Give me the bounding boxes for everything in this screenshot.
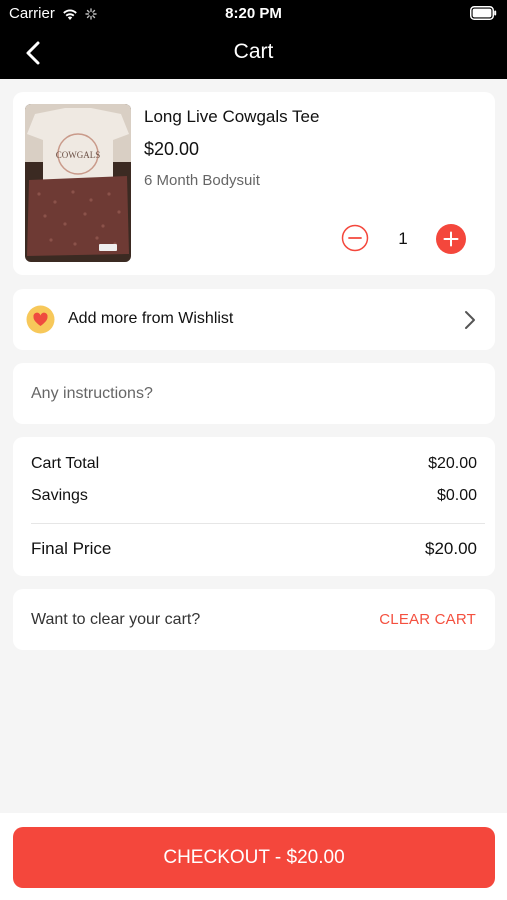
shirt-print-text: COWGALS [56, 150, 101, 160]
checkout-button[interactable]: CHECKOUT - $20.00 [13, 827, 495, 888]
clear-cart-button[interactable]: CLEAR CART [379, 611, 476, 628]
wishlist-row[interactable]: Add more from Wishlist [13, 289, 495, 350]
quantity-decrease-button[interactable] [341, 224, 369, 252]
final-price-value: $20.00 [425, 539, 477, 558]
status-time: 8:20 PM [225, 5, 282, 22]
savings-value: $0.00 [436, 487, 477, 504]
checkout-bar: CHECKOUT - $20.00 [0, 813, 507, 900]
quantity-increase-button[interactable] [436, 224, 466, 254]
nav-bar: Cart [0, 28, 507, 79]
cart-total-label: Cart Total [31, 455, 100, 472]
product-variant: 6 Month Bodysuit [144, 172, 260, 189]
heart-icon [26, 305, 55, 334]
instructions-input[interactable] [31, 377, 471, 411]
battery-icon [470, 6, 497, 20]
clear-cart-prompt: Want to clear your cart? [31, 611, 201, 628]
cart-item-card: COWGALS Long Live Cowgals Tee $20.00 6 M… [13, 92, 495, 275]
price-summary-card: Cart Total $20.00 Savings $0.00 Final Pr… [13, 437, 495, 576]
product-name[interactable]: Long Live Cowgals Tee [144, 107, 319, 127]
page-title: Cart [233, 40, 274, 63]
quantity-value: 1 [398, 229, 408, 248]
clear-cart-card: Want to clear your cart? CLEAR CART [13, 589, 495, 650]
wishlist-label: Add more from Wishlist [68, 310, 234, 327]
instructions-card [13, 363, 495, 424]
final-price-label: Final Price [31, 539, 112, 558]
savings-label: Savings [31, 487, 88, 504]
status-bar: Carrier 8:20 PM [0, 0, 507, 28]
summary-divider [31, 523, 485, 524]
product-image[interactable]: COWGALS [25, 104, 131, 262]
product-price: $20.00 [144, 139, 200, 159]
cart-total-value: $20.00 [428, 455, 477, 472]
chevron-right-icon [465, 311, 475, 329]
